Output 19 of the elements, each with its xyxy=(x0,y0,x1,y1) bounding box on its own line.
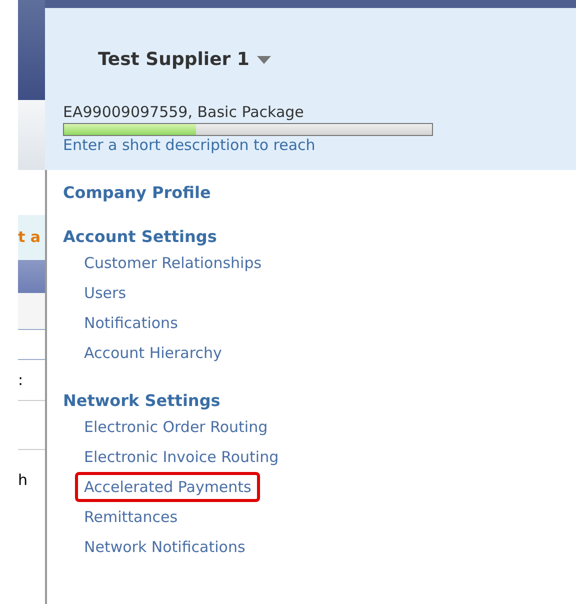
menu-heading[interactable]: Network Settings xyxy=(63,390,220,412)
field-label: h xyxy=(18,470,28,491)
menu-item[interactable]: Users xyxy=(75,278,136,308)
caret-icon xyxy=(257,56,272,64)
menu-heading[interactable]: Account Settings xyxy=(63,226,217,248)
field-label: : xyxy=(18,370,24,391)
banner-text: t a xyxy=(18,227,41,248)
account-dropdown[interactable]: Test Supplier 1 xyxy=(98,46,272,73)
menu-item[interactable]: Notifications xyxy=(75,308,187,338)
menu-item[interactable]: Account Hierarchy xyxy=(75,338,231,368)
menu-item[interactable]: Electronic Invoice Routing xyxy=(75,442,288,472)
menu-item[interactable]: Accelerated Payments xyxy=(75,472,260,502)
menu-item[interactable]: Network Notifications xyxy=(75,532,254,562)
menu-item[interactable]: Remittances xyxy=(75,502,187,532)
menu-item[interactable]: Electronic Order Routing xyxy=(75,412,277,442)
account-info: EA99009097559, Basic Package xyxy=(63,103,304,121)
menu-item[interactable]: Customer Relationships xyxy=(75,248,271,278)
menu-heading[interactable]: Company Profile xyxy=(63,182,211,204)
hint-link[interactable]: Enter a short description to reach xyxy=(63,136,316,154)
